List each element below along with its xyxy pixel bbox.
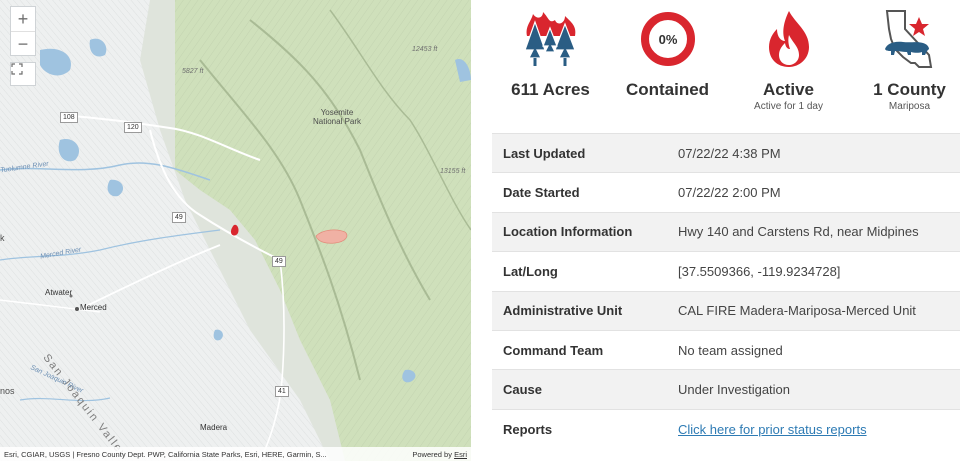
map-attribution: Esri, CGIAR, USGS | Fresno County Dept. … [0, 447, 471, 461]
incident-map[interactable]: Yosemite National Park Atwater Merced Ma… [0, 0, 471, 461]
table-row: Command Team No team assigned [492, 329, 960, 370]
incident-details-table: Last Updated 07/22/22 4:38 PM Date Start… [492, 132, 960, 449]
status-value: Active [762, 80, 815, 99]
elevation-label: 5827 ft [182, 68, 204, 75]
stat-county: 1 County Mariposa [851, 0, 960, 133]
prior-reports-link[interactable]: Click here for prior status reports [678, 422, 867, 437]
elevation-label: 13155 ft [440, 168, 466, 175]
row-value: 07/22/22 2:00 PM [667, 172, 960, 213]
city-label-partial-2: nos [0, 386, 15, 396]
attribution-text[interactable]: Esri, CGIAR, USGS | Fresno County Dept. … [4, 450, 406, 459]
row-label: Reports [492, 408, 667, 449]
row-value: Click here for prior status reports [667, 408, 960, 449]
incident-page: Yosemite National Park Atwater Merced Ma… [0, 0, 960, 461]
row-label: Last Updated [492, 132, 667, 173]
incident-info-panel: 611 Acres 0% Contained Active Active for… [492, 0, 960, 461]
row-label: Administrative Unit [492, 290, 667, 331]
row-label: Command Team [492, 329, 667, 370]
incident-stats: 611 Acres 0% Contained Active Active for… [492, 0, 960, 133]
flame-icon [768, 11, 809, 67]
containment-ring-icon: 0% [640, 12, 695, 66]
containment-value: Contained [625, 80, 710, 99]
row-value: Under Investigation [667, 369, 960, 410]
zoom-out-button[interactable]: − [11, 31, 35, 55]
table-row: Reports Click here for prior status repo… [492, 408, 960, 449]
highway-shield: 120 [124, 122, 142, 133]
table-row: Lat/Long [37.5509366, -119.9234728] [492, 251, 960, 292]
row-value: 07/22/22 4:38 PM [667, 132, 960, 173]
california-bear-icon [884, 10, 932, 68]
zoom-controls: + − [10, 6, 36, 56]
table-row: Date Started 07/22/22 2:00 PM [492, 172, 960, 213]
table-row: Administrative Unit CAL FIRE Madera-Mari… [492, 290, 960, 331]
highway-shield: 49 [272, 256, 286, 267]
row-label: Lat/Long [492, 251, 667, 292]
table-row: Last Updated 07/22/22 4:38 PM [492, 132, 960, 173]
elevation-label: 12453 ft [412, 46, 438, 53]
expand-icon [11, 63, 23, 75]
burning-trees-icon [523, 12, 576, 66]
row-label: Cause [492, 369, 667, 410]
fullscreen-button[interactable] [10, 62, 36, 86]
city-label-merced: Merced [80, 303, 107, 312]
highway-shield: 41 [275, 386, 289, 397]
row-value: [37.5509366, -119.9234728] [667, 251, 960, 292]
row-value: No team assigned [667, 329, 960, 370]
table-row: Location Information Hwy 140 and Carsten… [492, 211, 960, 252]
table-row: Cause Under Investigation [492, 369, 960, 410]
powered-by-prefix: Powered by [412, 449, 455, 459]
row-value: CAL FIRE Madera-Mariposa-Merced Unit [667, 290, 960, 331]
containment-percent: 0% [658, 32, 677, 47]
highway-shield: 49 [172, 212, 186, 223]
row-label: Date Started [492, 172, 667, 213]
status-duration: Active for 1 day [754, 101, 823, 112]
row-value: Hwy 140 and Carstens Rd, near Midpines [667, 211, 960, 252]
stat-containment: 0% Contained [609, 0, 726, 133]
city-label-partial: k [0, 233, 5, 243]
row-label: Location Information [492, 211, 667, 252]
stat-acres: 611 Acres [492, 0, 609, 133]
county-value: 1 County [873, 80, 946, 99]
esri-link[interactable]: Esri [454, 450, 467, 459]
park-label: Yosemite National Park [313, 108, 362, 126]
highway-shield: 108 [60, 112, 78, 123]
zoom-in-button[interactable]: + [11, 7, 35, 31]
acres-value: 611 Acres [511, 80, 590, 99]
powered-by: Powered by Esri [412, 450, 467, 459]
stat-status: Active Active for 1 day [730, 0, 847, 133]
county-name: Mariposa [888, 101, 931, 112]
city-label-atwater: Atwater [45, 288, 73, 297]
city-label-madera: Madera [200, 423, 228, 432]
